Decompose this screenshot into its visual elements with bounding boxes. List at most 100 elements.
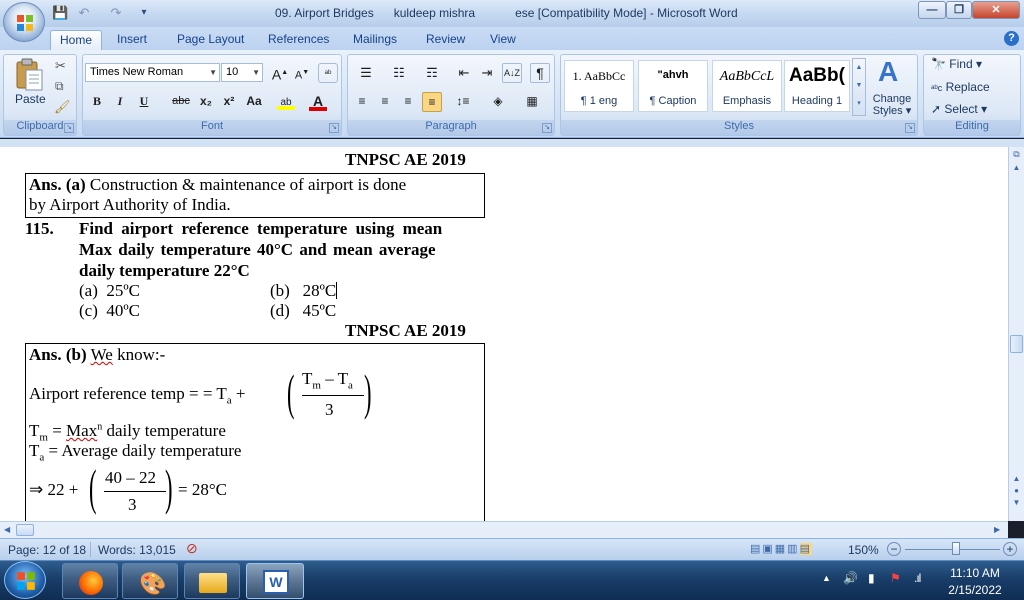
style-heading-1[interactable]: AaBb( Heading 1 — [784, 60, 850, 112]
battery-icon[interactable]: ▮ — [868, 571, 875, 585]
document-page[interactable]: TNPSC AE 2019 Ans. (a) Construction & ma… — [0, 147, 1008, 521]
increase-indent-icon[interactable]: ⇥ — [477, 63, 497, 83]
styles-scroll[interactable]: ▲ ▼ ▾ — [852, 58, 866, 116]
customize-toolbar-icon[interactable]: ▾ — [136, 5, 152, 21]
cut-icon[interactable]: ✂ — [55, 58, 66, 74]
multilevel-list-icon[interactable]: ☶ — [418, 63, 446, 83]
firefox-task[interactable] — [62, 563, 118, 599]
horizontal-scrollbar[interactable]: ◀ ▶ — [0, 521, 1008, 538]
numbering-icon[interactable]: ☷ — [385, 63, 413, 83]
change-styles-icon[interactable]: A — [878, 56, 898, 88]
change-case-button[interactable]: Aa — [242, 92, 266, 112]
network-warning-icon[interactable]: ⚑ — [890, 571, 901, 585]
vertical-scrollbar[interactable]: ⧉ ▲ ▲ ● ▼ — [1008, 147, 1024, 521]
question-line-2: Max daily temperature 40°C and mean aver… — [79, 240, 436, 259]
dialog-launcher-icon[interactable]: ↘ — [542, 123, 552, 133]
superscript-button[interactable]: x² — [219, 92, 239, 112]
show-hide-pilcrow-icon[interactable]: ¶ — [530, 63, 550, 83]
sort-icon[interactable]: A↓Z — [502, 63, 522, 83]
paste-icon[interactable] — [14, 58, 44, 92]
underline-button[interactable]: U — [134, 92, 154, 112]
save-icon[interactable]: 💾 — [52, 5, 68, 21]
dialog-launcher-icon[interactable]: ↘ — [64, 123, 74, 133]
scroll-right-icon[interactable]: ▶ — [994, 525, 1000, 534]
replace-button[interactable]: ᵃᵇc Replace — [931, 80, 990, 94]
show-hidden-icons[interactable]: ▲ — [822, 573, 831, 583]
align-center-icon[interactable]: ≡ — [375, 92, 395, 112]
help-icon[interactable]: ? — [1004, 31, 1019, 46]
restore-button[interactable]: ❐ — [946, 1, 972, 19]
change-styles-button[interactable]: Change Styles ▾ — [868, 93, 916, 117]
shading-icon[interactable]: ◈ — [484, 92, 512, 112]
tab-view[interactable]: View — [481, 30, 525, 50]
tab-insert[interactable]: Insert — [108, 30, 156, 50]
style-name: ¶ 1 eng — [580, 95, 618, 107]
paste-button[interactable]: Paste — [15, 92, 46, 106]
highlight-color-icon[interactable]: ab — [274, 92, 298, 112]
proofing-icon[interactable]: ⊘ — [186, 540, 198, 557]
redo-icon[interactable]: ↷ — [108, 5, 124, 21]
italic-button[interactable]: I — [110, 92, 130, 112]
strikethrough-button[interactable]: abc — [168, 92, 194, 112]
decrease-indent-icon[interactable]: ⇤ — [454, 63, 474, 83]
zoom-slider-thumb[interactable] — [952, 542, 960, 555]
zoom-in-icon[interactable]: + — [1003, 542, 1017, 556]
volume-icon[interactable]: 🔊 — [843, 571, 858, 585]
grow-font-button[interactable]: A▲ — [270, 63, 290, 83]
hscroll-thumb[interactable] — [16, 524, 34, 536]
word-count[interactable]: Words: 13,015 — [98, 543, 176, 557]
word-task[interactable]: W — [246, 563, 304, 599]
font-face-combo[interactable]: Times New Roman ▼ — [85, 63, 220, 82]
fraction-numerator: Tm – Ta — [302, 369, 353, 392]
clear-formatting-icon[interactable]: ᵃᵇ — [318, 63, 338, 83]
style-1-eng[interactable]: 1. AaBbCc ¶ 1 eng — [564, 60, 634, 112]
minimize-button[interactable]: — — [918, 1, 946, 19]
signal-icon[interactable]: .ıl — [914, 571, 921, 585]
zoom-out-icon[interactable]: − — [887, 542, 901, 556]
scroll-thumb[interactable] — [1010, 335, 1023, 353]
view-buttons[interactable]: ▤▣▦▥▤ — [750, 542, 812, 555]
tab-references[interactable]: References — [259, 30, 338, 50]
style-caption[interactable]: "ahvh ¶ Caption — [638, 60, 708, 112]
borders-icon[interactable]: ▦ — [518, 92, 546, 112]
copy-icon[interactable]: ⧉ — [55, 79, 64, 94]
start-button[interactable] — [4, 561, 46, 599]
ruler-toggle-icon[interactable]: ⧉ — [1010, 149, 1023, 162]
shrink-font-button[interactable]: A▼ — [292, 63, 312, 83]
tab-page-layout[interactable]: Page Layout — [168, 30, 253, 50]
justify-icon[interactable]: ≡ — [422, 92, 442, 112]
close-button[interactable]: ✕ — [972, 1, 1020, 19]
undo-icon[interactable]: ↶ — [76, 5, 92, 21]
style-emphasis[interactable]: AaBbCcL Emphasis — [712, 60, 782, 112]
subscript-button[interactable]: x₂ — [196, 92, 216, 112]
scroll-left-icon[interactable]: ◀ — [4, 525, 10, 534]
clock-date[interactable]: 2/15/2022 — [944, 583, 1006, 597]
zoom-level[interactable]: 150% — [848, 543, 879, 557]
clock-time[interactable]: 11:10 AM — [944, 566, 1006, 580]
page-count[interactable]: Page: 12 of 18 — [8, 543, 86, 557]
find-button[interactable]: 🔭 Find ▾ — [931, 57, 982, 71]
scroll-up-icon[interactable]: ▲ — [1010, 163, 1023, 175]
answer-1-line-1: Ans. (a) Construction & maintenance of a… — [29, 175, 407, 194]
font-face-value: Times New Roman — [90, 66, 184, 78]
office-button[interactable] — [3, 2, 45, 42]
bold-button[interactable]: B — [87, 92, 107, 112]
line-spacing-icon[interactable]: ↕≡ — [449, 92, 477, 112]
format-painter-icon[interactable]: 🖌 — [54, 99, 71, 115]
paint-task[interactable]: 🎨 — [122, 563, 178, 599]
style-sample: "ahvh — [657, 69, 689, 81]
font-color-icon[interactable]: A — [306, 92, 330, 112]
tab-home[interactable]: Home — [50, 30, 103, 50]
explorer-task[interactable] — [184, 563, 240, 599]
select-button[interactable]: ➚ Select ▾ — [931, 102, 987, 116]
dialog-launcher-icon[interactable]: ↘ — [905, 123, 915, 133]
align-right-icon[interactable]: ≡ — [398, 92, 418, 112]
dialog-launcher-icon[interactable]: ↘ — [329, 123, 339, 133]
align-left-icon[interactable]: ≡ — [352, 92, 372, 112]
font-group-title: Font — [83, 120, 341, 135]
tab-review[interactable]: Review — [417, 30, 474, 50]
browse-object-icons[interactable]: ▲ ● ▼ — [1010, 473, 1023, 509]
font-size-combo[interactable]: 10 ▼ — [221, 63, 263, 82]
bullets-icon[interactable]: ☰ — [352, 63, 380, 83]
tab-mailings[interactable]: Mailings — [344, 30, 406, 50]
